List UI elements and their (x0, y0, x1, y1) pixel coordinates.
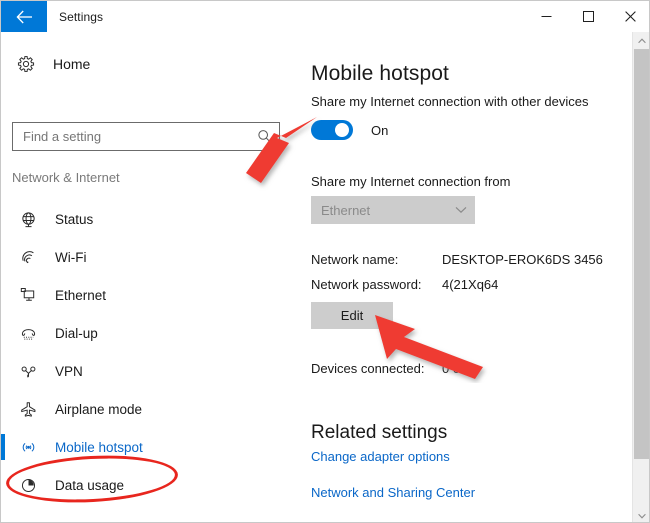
network-password-row: Network password: 4(21Xq64 (311, 277, 498, 292)
hotspot-icon (13, 439, 43, 456)
scrollbar-thumb[interactable] (634, 49, 649, 459)
scroll-up-button[interactable] (633, 32, 649, 49)
maximize-icon (582, 11, 594, 22)
sidebar-item-status-label: Status (55, 211, 94, 227)
sidebar-item-ethernet-label: Ethernet (55, 287, 107, 303)
toggle-state-label: On (371, 122, 389, 138)
app-title: Settings (59, 9, 104, 24)
network-name-row: Network name: DESKTOP-EROK6DS 3456 (311, 252, 603, 267)
edit-button[interactable]: Edit (311, 302, 393, 329)
sidebar-item-vpn-label: VPN (55, 363, 83, 379)
sidebar-nav-list: Status Wi-Fi Ethernet Dial-up VPN Airpla… (1, 200, 297, 504)
link-network-and-sharing-center[interactable]: Network and Sharing Center (311, 485, 475, 500)
close-icon (624, 11, 636, 22)
sidebar-item-ethernet[interactable]: Ethernet (1, 276, 297, 314)
back-arrow-icon (15, 10, 32, 23)
wifi-icon (13, 249, 43, 266)
sidebar-item-wifi[interactable]: Wi-Fi (1, 238, 297, 276)
sidebar-item-wifi-label: Wi-Fi (55, 249, 87, 265)
search-icon (249, 123, 279, 150)
pie-chart-icon (13, 477, 43, 494)
network-name-key: Network name: (311, 252, 399, 267)
sidebar-item-airplane-mode[interactable]: Airplane mode (1, 390, 297, 428)
minimize-icon (541, 16, 551, 17)
vertical-scrollbar[interactable] (632, 32, 649, 522)
sidebar-item-dialup[interactable]: Dial-up (1, 314, 297, 352)
sidebar-item-home-label: Home (53, 56, 91, 72)
sidebar-item-data-usage[interactable]: Data usage (1, 466, 297, 504)
sidebar-item-vpn[interactable]: VPN (1, 352, 297, 390)
back-button[interactable] (1, 1, 47, 32)
share-connection-toggle-row: On (311, 120, 388, 140)
toggle-knob (335, 123, 349, 137)
share-from-dropdown-value: Ethernet (321, 202, 371, 218)
search-box[interactable] (12, 122, 280, 151)
chevron-up-icon (637, 37, 646, 43)
airplane-icon (13, 401, 43, 418)
main-content: Mobile hotspot Share my Internet connect… (297, 32, 631, 522)
share-from-label: Share my Internet connection from (311, 174, 511, 189)
scroll-down-button[interactable] (633, 507, 649, 522)
devices-connected-row: Devices connected: 0 of 8 (311, 361, 475, 376)
devices-connected-value: 0 of 8 (442, 361, 475, 376)
minimize-button[interactable] (525, 1, 567, 32)
maximize-button[interactable] (567, 1, 609, 32)
share-connection-label: Share my Internet connection with other … (311, 94, 589, 109)
page-title: Mobile hotspot (311, 62, 449, 86)
related-settings-title: Related settings (311, 421, 448, 443)
monitor-icon (13, 287, 43, 304)
sidebar: Home Network & Internet (1, 32, 297, 522)
share-connection-toggle[interactable] (311, 120, 353, 140)
sidebar-category-title: Network & Internet (12, 170, 120, 185)
gear-icon (11, 55, 41, 73)
share-from-dropdown[interactable]: Ethernet (311, 196, 475, 224)
sidebar-item-mobile-hotspot[interactable]: Mobile hotspot (1, 428, 297, 466)
window-controls (525, 1, 649, 32)
link-change-adapter-options[interactable]: Change adapter options (311, 449, 450, 464)
network-password-value: 4(21Xq64 (442, 277, 499, 292)
sidebar-item-data-usage-label: Data usage (55, 477, 125, 493)
globe-icon (13, 211, 43, 228)
sidebar-item-home[interactable]: Home (11, 49, 90, 79)
settings-window: Settings Home Find a setting Network & I… (0, 0, 650, 523)
search-input[interactable] (13, 123, 249, 150)
close-button[interactable] (609, 1, 649, 32)
devices-connected-key: Devices connected: (311, 361, 425, 376)
chevron-down-icon (637, 513, 646, 519)
telephone-icon (13, 325, 43, 342)
sidebar-item-mobile-hotspot-label: Mobile hotspot (55, 439, 143, 455)
title-bar: Settings (1, 1, 649, 32)
network-password-key: Network password: (311, 277, 422, 292)
chevron-down-icon (447, 206, 475, 214)
vpn-key-icon (13, 363, 43, 380)
sidebar-item-status[interactable]: Status (1, 200, 297, 238)
sidebar-item-dialup-label: Dial-up (55, 325, 98, 341)
sidebar-item-airplane-mode-label: Airplane mode (55, 401, 143, 417)
network-name-value: DESKTOP-EROK6DS 3456 (442, 252, 603, 267)
